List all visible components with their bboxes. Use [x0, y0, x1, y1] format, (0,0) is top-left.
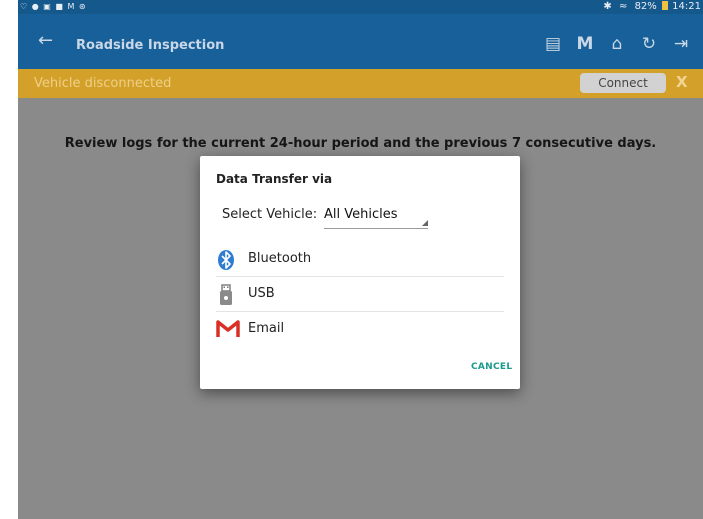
cancel-button[interactable]: CANCEL	[471, 362, 512, 372]
status-bar: ♡ ● ▣ ■ M ⊛ ✱ ≈ 82% 14:21	[18, 0, 703, 14]
option-usb[interactable]: USB	[216, 277, 504, 311]
close-warning-button[interactable]: X	[676, 73, 688, 91]
option-email[interactable]: Email	[216, 312, 504, 346]
refresh-icon[interactable]: ↻	[635, 32, 663, 56]
gmail-icon	[216, 319, 240, 341]
mail-icon[interactable]: M	[571, 32, 599, 56]
bluetooth-icon	[216, 249, 240, 271]
option-label: Email	[248, 321, 285, 336]
data-transfer-dialog: Data Transfer via Select Vehicle: All Ve…	[200, 156, 520, 389]
connect-button[interactable]: Connect	[580, 73, 666, 93]
battery-level: 82%	[634, 1, 657, 12]
option-bluetooth[interactable]: Bluetooth	[216, 242, 504, 276]
page-title: Roadside Inspection	[76, 38, 225, 53]
device-screen: ♡ ● ▣ ■ M ⊛ ✱ ≈ 82% 14:21 ← Roadside Ins…	[18, 0, 703, 519]
select-vehicle-label: Select Vehicle:	[222, 207, 318, 222]
back-arrow-icon[interactable]: ←	[38, 32, 53, 50]
wifi-icon: ≈	[618, 1, 628, 12]
status-right: ✱ ≈ 82% 14:21	[599, 0, 701, 14]
dropdown-arrow-icon[interactable]	[422, 220, 428, 226]
notification-icons: ♡ ● ▣ ■ M ⊛	[20, 2, 87, 11]
dialog-title: Data Transfer via	[216, 172, 333, 186]
usb-icon	[216, 284, 240, 306]
vehicle-select-row: Select Vehicle: All Vehicles	[222, 207, 428, 229]
bluetooth-status-icon: ✱	[603, 1, 612, 12]
logout-icon[interactable]: ⇥	[667, 32, 695, 56]
warning-message: Vehicle disconnected	[34, 76, 172, 91]
app-bar-actions: ▤ M ⌂ ↻ ⇥	[535, 32, 695, 56]
connection-warning-bar: Vehicle disconnected Connect X	[18, 69, 703, 98]
battery-icon	[661, 1, 668, 10]
message-icon[interactable]: ▤	[539, 32, 567, 56]
transfer-icon[interactable]: ⌂	[603, 32, 631, 56]
vehicle-select[interactable]: All Vehicles	[324, 207, 428, 229]
clock: 14:21	[672, 1, 701, 12]
app-bar: ← Roadside Inspection ▤ M ⌂ ↻ ⇥	[18, 14, 703, 69]
review-instructions: Review logs for the current 24-hour peri…	[64, 136, 657, 151]
option-label: Bluetooth	[248, 251, 312, 266]
option-label: USB	[248, 286, 275, 301]
